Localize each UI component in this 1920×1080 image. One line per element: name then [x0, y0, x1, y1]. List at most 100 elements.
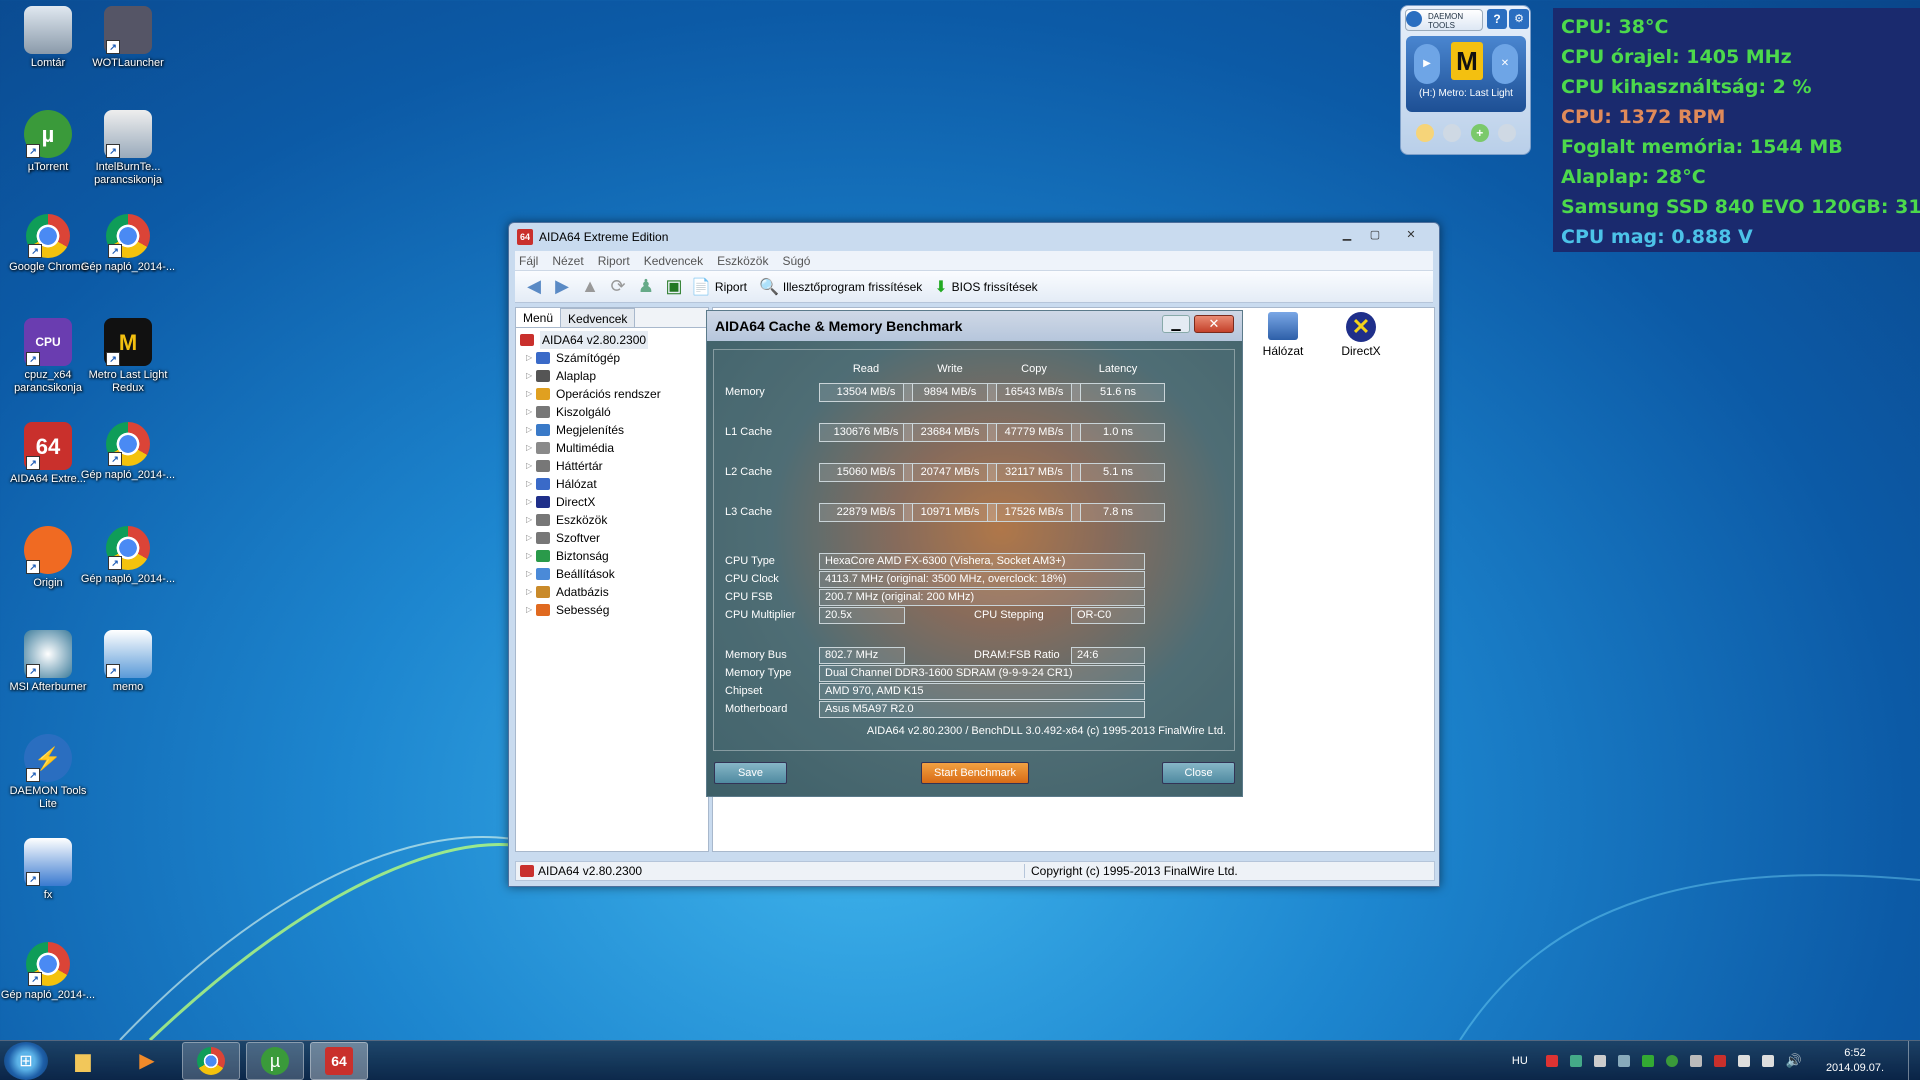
- show-desktop-button[interactable]: [1908, 1041, 1920, 1080]
- tray-aida-icon[interactable]: [1713, 1055, 1726, 1067]
- expand-icon[interactable]: ▷: [526, 601, 536, 619]
- tool-icon-2[interactable]: [1443, 124, 1462, 142]
- tree-item[interactable]: ▷ Hálózat: [520, 475, 704, 493]
- tray-msi-icon[interactable]: [1545, 1055, 1558, 1067]
- menu-item[interactable]: Fájl: [519, 254, 538, 268]
- expand-icon[interactable]: ▷: [526, 529, 536, 547]
- minimize-button[interactable]: ▁: [1333, 225, 1361, 244]
- taskbar-media-player[interactable]: ▶: [118, 1042, 176, 1080]
- taskbar-explorer[interactable]: ▆: [54, 1042, 112, 1080]
- back-arrow-icon[interactable]: ◀: [523, 276, 545, 298]
- expand-icon[interactable]: ▷: [526, 403, 536, 421]
- tree-item[interactable]: ▷ Megjelenítés: [520, 421, 704, 439]
- tree-item[interactable]: ▷ DirectX: [520, 493, 704, 511]
- save-button[interactable]: Save: [714, 762, 787, 784]
- tree-item[interactable]: ▷ Szoftver: [520, 529, 704, 547]
- tray-monitor-icon[interactable]: [1761, 1055, 1774, 1067]
- users-icon[interactable]: ♟: [635, 276, 657, 298]
- expand-icon[interactable]: ▷: [526, 421, 536, 439]
- expand-icon[interactable]: ▷: [526, 547, 536, 565]
- bios-update-button[interactable]: ⬇ BIOS frissítések: [934, 277, 1037, 297]
- tray-drive-icon[interactable]: [1569, 1055, 1582, 1067]
- window-titlebar[interactable]: 64 AIDA64 Extreme Edition ▁ ▢ ✕: [509, 223, 1439, 251]
- menu-item[interactable]: Nézet: [552, 254, 583, 268]
- tray-tool-icon[interactable]: [1593, 1055, 1606, 1067]
- tool-icon-1[interactable]: [1415, 124, 1434, 142]
- tray-flag-icon[interactable]: [1737, 1055, 1750, 1067]
- driver-update-button[interactable]: 🔍 Illesztőprogram frissítések: [759, 277, 922, 297]
- expand-icon[interactable]: ▷: [526, 349, 536, 367]
- tray-check-icon[interactable]: [1641, 1055, 1654, 1067]
- daemon-tools-gadget[interactable]: DAEMON TOOLS ? ⚙ ▶ M ✕ (H:) Metro: Last …: [1400, 5, 1531, 155]
- menu-item[interactable]: Eszközök: [717, 254, 768, 268]
- menu-item[interactable]: Riport: [598, 254, 630, 268]
- tab-favorites[interactable]: Kedvencek: [560, 308, 636, 327]
- tool-icon-4[interactable]: [1498, 124, 1517, 142]
- close-button[interactable]: ✕: [1389, 225, 1433, 244]
- expand-icon[interactable]: ▷: [526, 511, 536, 529]
- dialog-minimize-button[interactable]: ▁: [1162, 315, 1190, 333]
- tree-item[interactable]: ▷ Sebesség: [520, 601, 704, 619]
- tree-item[interactable]: ▷ Biztonság: [520, 547, 704, 565]
- desktop-icon[interactable]: ↗ WOTLauncher: [80, 6, 176, 70]
- tab-menu[interactable]: Menü: [516, 308, 561, 327]
- tree-item[interactable]: ▷ Eszközök: [520, 511, 704, 529]
- desktop-icon[interactable]: ⚡ ↗ DAEMON Tools Lite: [0, 734, 96, 811]
- help-icon[interactable]: ?: [1487, 9, 1507, 29]
- expand-icon[interactable]: ▷: [526, 583, 536, 601]
- up-arrow-icon[interactable]: ▲: [579, 276, 601, 298]
- expand-icon[interactable]: ▷: [526, 367, 536, 385]
- unmount-icon[interactable]: ✕: [1492, 44, 1518, 84]
- tree-item[interactable]: ▷ Alaplap: [520, 367, 704, 385]
- expand-icon[interactable]: ▷: [526, 385, 536, 403]
- tree-root[interactable]: AIDA64 v2.80.2300: [520, 331, 704, 349]
- refresh-icon[interactable]: ⟳: [607, 276, 629, 298]
- add-icon[interactable]: +: [1470, 124, 1489, 142]
- taskbar-chrome[interactable]: [182, 1041, 240, 1080]
- settings-icon[interactable]: ⚙: [1509, 9, 1529, 29]
- taskbar-utorrent[interactable]: µ: [246, 1041, 304, 1080]
- benchmark-dialog[interactable]: AIDA64 Cache & Memory Benchmark ▁ ✕ Read…: [706, 310, 1243, 797]
- mount-icon[interactable]: ▶: [1414, 44, 1440, 84]
- desktop-icon[interactable]: M ↗ Metro Last Light Redux: [80, 318, 176, 395]
- desktop-icon[interactable]: ↗ Gép napló_2014-...: [0, 942, 96, 1002]
- tray-network-icon[interactable]: [1617, 1055, 1630, 1067]
- dialog-close-text-button[interactable]: Close: [1162, 762, 1235, 784]
- tree-item[interactable]: ▷ Számítógép: [520, 349, 704, 367]
- network-item[interactable]: Hálózat: [1243, 312, 1323, 358]
- monitor-icon[interactable]: ▣: [663, 276, 685, 298]
- directx-item[interactable]: ✕ DirectX: [1321, 312, 1401, 358]
- tree-item[interactable]: ▷ Multimédia: [520, 439, 704, 457]
- menu-item[interactable]: Súgó: [782, 254, 810, 268]
- tray-misc-icon[interactable]: [1689, 1055, 1702, 1067]
- start-benchmark-button[interactable]: Start Benchmark: [921, 762, 1029, 784]
- desktop-icon[interactable]: ↗ fx: [0, 838, 96, 902]
- forward-arrow-icon[interactable]: ▶: [551, 276, 573, 298]
- drive-panel[interactable]: ▶ M ✕ (H:) Metro: Last Light: [1406, 36, 1526, 112]
- clock[interactable]: 6:52 2014.09.07.: [1816, 1046, 1894, 1076]
- expand-icon[interactable]: ▷: [526, 493, 536, 511]
- tray-utorrent-icon[interactable]: [1665, 1055, 1678, 1067]
- desktop-icon[interactable]: ↗ Gép napló_2014-...: [80, 526, 176, 586]
- tree-item[interactable]: ▷ Kiszolgáló: [520, 403, 704, 421]
- start-button[interactable]: ⊞: [4, 1041, 48, 1080]
- expand-icon[interactable]: ▷: [526, 457, 536, 475]
- taskbar-aida64[interactable]: 64: [310, 1041, 368, 1080]
- expand-icon[interactable]: ▷: [526, 565, 536, 583]
- expand-icon[interactable]: ▷: [526, 475, 536, 493]
- maximize-button[interactable]: ▢: [1361, 225, 1389, 244]
- desktop-icon[interactable]: ↗ Gép napló_2014-...: [80, 214, 176, 274]
- tree-item[interactable]: ▷ Háttértár: [520, 457, 704, 475]
- language-indicator[interactable]: HU: [1512, 1055, 1528, 1067]
- tree-item[interactable]: ▷ Operációs rendszer: [520, 385, 704, 403]
- desktop-icon[interactable]: ↗ Gép napló_2014-...: [80, 422, 176, 482]
- report-button[interactable]: 📄 Riport: [691, 277, 747, 297]
- tree-item[interactable]: ▷ Adatbázis: [520, 583, 704, 601]
- dialog-close-button[interactable]: ✕: [1194, 315, 1234, 333]
- tree-item[interactable]: ▷ Beállítások: [520, 565, 704, 583]
- expand-icon[interactable]: ▷: [526, 439, 536, 457]
- desktop-icon[interactable]: ↗ memo: [80, 630, 176, 694]
- volume-icon[interactable]: 🔊: [1786, 1053, 1802, 1069]
- menu-item[interactable]: Kedvencek: [644, 254, 703, 268]
- desktop-icon[interactable]: ↗ IntelBurnTe... parancsikonja: [80, 110, 176, 187]
